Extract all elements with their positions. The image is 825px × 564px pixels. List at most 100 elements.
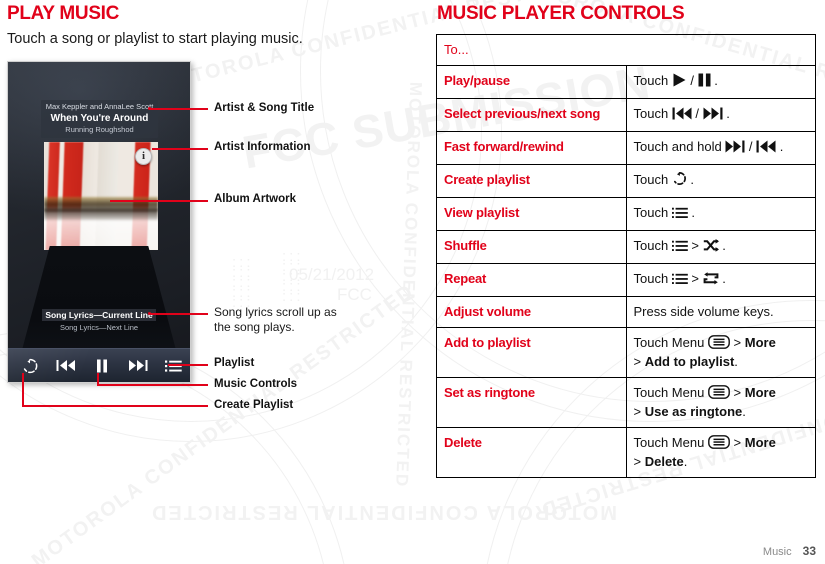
lyrics-stage xyxy=(22,246,176,350)
callout-line-playlist xyxy=(168,364,208,366)
row-value-suffix: . xyxy=(718,271,726,286)
now-playing-meta: Max Keppler and AnnaLee Scott When You'r… xyxy=(41,100,158,138)
table-row: Set as ringtone Touch Menu > More > Use … xyxy=(436,377,816,428)
shuffle-icon xyxy=(703,239,719,256)
album-artwork-shadow xyxy=(44,208,158,220)
row-step-1: More xyxy=(744,335,776,350)
row-value-select-prev-next-song: Touch / . xyxy=(625,98,816,132)
watermark-dots: ::::::::::::::: xyxy=(232,254,254,311)
footer-page-number: 33 xyxy=(802,544,816,558)
row-value-create-playlist: Touch . xyxy=(625,164,816,198)
row-value-suffix: > xyxy=(729,335,745,350)
row-label-select-prev-next-song: Select previous/next song xyxy=(436,98,627,132)
music-controls-table: To... Play/pause Touch / . Select previo… xyxy=(436,34,816,478)
callout-line-album-artwork xyxy=(110,200,208,202)
pause-icon xyxy=(698,73,711,91)
row-value-prefix: Touch Menu xyxy=(633,385,708,400)
previous-track-icon[interactable] xyxy=(48,349,84,382)
row-label-delete: Delete xyxy=(436,427,627,478)
callout-playlist: Playlist xyxy=(214,357,255,369)
watermark-text: MOTOROLA CONFIDENTIAL RESTRICTED xyxy=(392,81,426,489)
row-value-prefix: Touch xyxy=(633,172,672,187)
row-value-suffix: . xyxy=(687,205,696,220)
menu-icon xyxy=(708,385,730,403)
row-value-fast-forward-rewind: Touch and hold / . xyxy=(625,131,816,165)
table-row: Add to playlist Touch Menu > More > Add … xyxy=(436,327,816,378)
lyrics-current-text: Song Lyrics—Current Line xyxy=(42,309,156,321)
create-playlist-icon xyxy=(672,171,687,190)
row-label-set-as-ringtone: Set as ringtone xyxy=(436,377,627,428)
callout-line-lyrics-note xyxy=(150,313,208,315)
row-label-create-playlist: Create playlist xyxy=(436,164,627,198)
row-label-fast-forward-rewind: Fast forward/rewind xyxy=(436,131,627,165)
watermark-text: MOTOROLA CONFIDENTIAL RESTRICTED xyxy=(150,501,617,523)
previous-track-icon xyxy=(756,140,776,157)
page-subtitle: Touch a song or playlist to start playin… xyxy=(7,31,303,47)
playlist-icon xyxy=(671,206,688,223)
row-value-tail: . xyxy=(742,404,746,419)
footer-section-label: Music xyxy=(762,546,792,558)
row-value-sep: > xyxy=(687,238,703,253)
row-value-view-playlist: Touch . xyxy=(625,197,816,231)
table-row: Select previous/next song Touch / . xyxy=(436,98,816,132)
row-value-repeat: Touch > . xyxy=(625,263,816,297)
row-value-sep: / xyxy=(686,73,698,88)
table-row: Shuffle Touch > . xyxy=(436,230,816,264)
row-value-add-to-playlist: Touch Menu > More > Add to playlist. xyxy=(625,327,816,378)
row-value-tail: . xyxy=(734,354,738,369)
row-step-2: Use as ringtone xyxy=(644,404,743,419)
row-value-suffix: > xyxy=(729,435,745,450)
callout-line-create-playlist-vert xyxy=(22,373,24,406)
row-value-suffix: . xyxy=(718,238,726,253)
row-value-shuffle: Touch > . xyxy=(625,230,816,264)
row-value-sep: > xyxy=(687,271,703,286)
now-playing-album: Running Roughshod xyxy=(65,125,134,134)
row-value-suffix: . xyxy=(686,172,695,187)
row-step-sep: > xyxy=(633,404,645,419)
lyrics-current-line: Song Lyrics—Current Line xyxy=(20,309,178,321)
now-playing-artist: Max Keppler and AnnaLee Scott xyxy=(45,102,154,111)
album-artwork: i xyxy=(44,142,158,250)
row-label-play-pause: Play/pause xyxy=(436,65,627,99)
pause-icon[interactable] xyxy=(84,349,120,382)
now-playing-title: When You're Around xyxy=(50,113,149,124)
row-label-add-to-playlist: Add to playlist xyxy=(436,327,627,378)
callout-line-artist-song-title xyxy=(150,108,208,110)
table-row: Play/pause Touch / . xyxy=(436,65,816,99)
callout-artist-information: Artist Information xyxy=(214,141,311,153)
row-value-sep: / xyxy=(691,106,703,121)
callout-create-playlist: Create Playlist xyxy=(214,399,294,411)
row-label-repeat: Repeat xyxy=(436,263,627,297)
play-icon xyxy=(672,73,687,91)
artist-info-icon[interactable]: i xyxy=(135,148,152,165)
table-row: Adjust volume Press side volume keys. xyxy=(436,296,816,328)
row-value-prefix: Touch xyxy=(633,238,672,253)
table-header-to: To... xyxy=(436,34,816,66)
row-value-play-pause: Touch / . xyxy=(625,65,816,99)
table-header-row: To... xyxy=(436,34,816,66)
next-track-icon xyxy=(703,107,723,124)
callout-line-artist-information xyxy=(152,148,208,150)
page-footer: Music 33 xyxy=(763,544,816,558)
row-value-prefix: Touch and hold xyxy=(633,139,726,154)
table-title: MUSIC PLAYER CONTROLS xyxy=(437,3,685,24)
row-label-view-playlist: View playlist xyxy=(436,197,627,231)
next-track-icon xyxy=(725,140,745,157)
create-playlist-icon[interactable] xyxy=(12,349,48,382)
table-row: Delete Touch Menu > More > Delete. xyxy=(436,427,816,478)
row-step-sep: > xyxy=(633,454,645,469)
row-value-prefix: Touch Menu xyxy=(633,335,708,350)
callout-line-create-playlist xyxy=(22,405,208,407)
row-value-sep: / xyxy=(745,139,757,154)
next-track-icon[interactable] xyxy=(120,349,156,382)
row-value-tail: . xyxy=(683,454,688,469)
watermark-fcc-label: FCC xyxy=(337,285,372,304)
callout-lyrics-note: Song lyrics scroll up as the song plays. xyxy=(214,305,337,334)
row-value-adjust-volume: Press side volume keys. xyxy=(625,296,816,328)
watermark-dots: ::::::::::::::: xyxy=(282,248,304,305)
menu-icon xyxy=(708,335,730,353)
row-value-prefix: Touch xyxy=(633,73,672,88)
row-label-shuffle: Shuffle xyxy=(436,230,627,264)
music-player-controls-section: MUSIC PLAYER CONTROLS To... Play/pause T… xyxy=(436,0,816,478)
row-label-adjust-volume: Adjust volume xyxy=(436,296,627,328)
